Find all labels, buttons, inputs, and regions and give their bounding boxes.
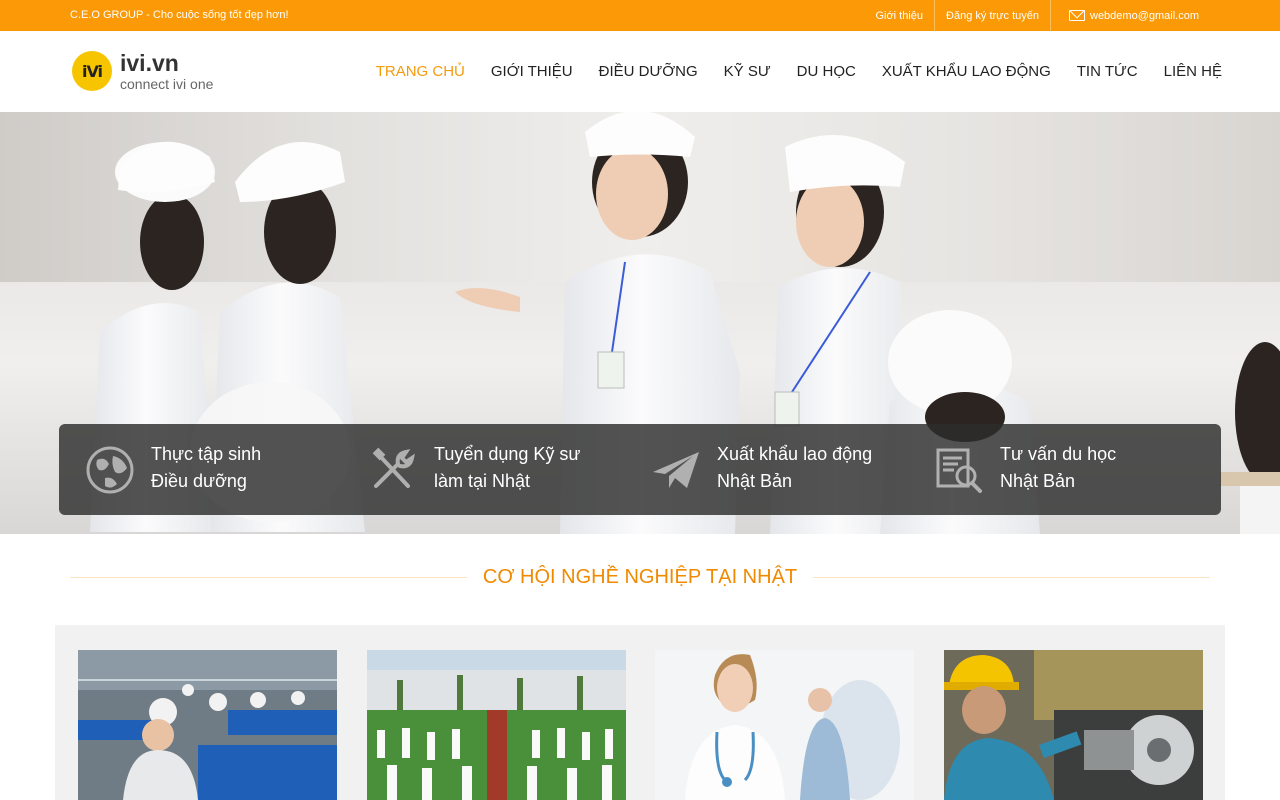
nav-home[interactable]: TRANG CHỦ bbox=[376, 63, 465, 80]
nav-contact[interactable]: LIÊN HỆ bbox=[1164, 63, 1222, 80]
site-header: iVi ivi.vn connect ivi one TRANG CHỦ GIỚ… bbox=[0, 31, 1280, 112]
logo-brand: ivi.vn bbox=[120, 49, 179, 76]
service-label: Tư vấn du học Nhật Bản bbox=[1000, 444, 1117, 491]
top-link-about[interactable]: Giới thiệu bbox=[864, 0, 934, 31]
globe-icon bbox=[86, 446, 134, 494]
search-document-icon bbox=[936, 448, 982, 493]
nav-study-abroad[interactable]: DU HỌC bbox=[797, 63, 856, 80]
career-card-doctor[interactable] bbox=[655, 650, 914, 800]
tools-icon bbox=[372, 447, 415, 488]
top-link-register[interactable]: Đăng ký trực tuyến bbox=[934, 0, 1050, 31]
service-label: Xuất khẩu lao động Nhật Bản bbox=[717, 444, 873, 491]
nav-labor-export[interactable]: XUẤT KHẨU LAO ĐỘNG bbox=[882, 63, 1051, 80]
career-card-engineer[interactable] bbox=[944, 650, 1203, 800]
card-image bbox=[367, 650, 626, 800]
paper-plane-icon bbox=[653, 452, 699, 488]
top-bar: C.E.O GROUP - Cho cuộc sống tốt đẹp hơn!… bbox=[0, 0, 1280, 31]
top-links: Giới thiệu Đăng ký trực tuyến webdemo@gm… bbox=[864, 0, 1210, 31]
nav-engineer[interactable]: KỸ SƯ bbox=[724, 63, 771, 80]
nav-news[interactable]: TIN TỨC bbox=[1077, 63, 1138, 80]
nav-about[interactable]: GIỚI THIỆU bbox=[491, 63, 573, 80]
logo-text: ivi.vn connect ivi one bbox=[120, 49, 214, 92]
top-link-email[interactable]: webdemo@gmail.com bbox=[1050, 0, 1210, 31]
service-label: Tuyển dụng Kỹ sư làm tại Nhật bbox=[434, 444, 581, 491]
service-study-consult[interactable]: Tư vấn du học Nhật Bản bbox=[908, 424, 1221, 515]
services-bar: Thực tập sinh Điều dưỡng Tuyển dụng Kỹ s… bbox=[59, 424, 1221, 515]
card-image bbox=[944, 650, 1203, 800]
career-cards bbox=[55, 625, 1225, 800]
hero-banner: Thực tập sinh Điều dưỡng Tuyển dụng Kỹ s… bbox=[0, 112, 1280, 534]
section-heading: CƠ HỘI NGHỀ NGHIỆP TẠI NHẬT bbox=[70, 562, 1211, 592]
card-image bbox=[78, 650, 337, 800]
career-card-factory[interactable] bbox=[78, 650, 337, 800]
nav-nursing[interactable]: ĐIỀU DƯỠNG bbox=[599, 63, 698, 80]
mail-icon bbox=[1069, 10, 1085, 21]
career-card-nursing-exercise[interactable] bbox=[367, 650, 626, 800]
service-nursing-intern[interactable]: Thực tập sinh Điều dưỡng bbox=[59, 424, 342, 515]
service-labor-export[interactable]: Xuất khẩu lao động Nhật Bản bbox=[625, 424, 908, 515]
logo-badge: iVi bbox=[72, 51, 112, 91]
divider bbox=[813, 576, 1211, 578]
site-logo[interactable]: iVi ivi.vn connect ivi one bbox=[72, 51, 213, 91]
main-nav: TRANG CHỦ GIỚI THIỆU ĐIỀU DƯỠNG KỸ SƯ DU… bbox=[350, 31, 1222, 112]
section-title: CƠ HỘI NGHỀ NGHIỆP TẠI NHẬT bbox=[482, 565, 798, 588]
divider bbox=[70, 576, 467, 578]
service-engineer[interactable]: Tuyển dụng Kỹ sư làm tại Nhật bbox=[342, 424, 625, 515]
tagline: C.E.O GROUP - Cho cuộc sống tốt đẹp hơn! bbox=[70, 9, 289, 21]
email-text: webdemo@gmail.com bbox=[1090, 9, 1199, 22]
service-label: Thực tập sinh Điều dưỡng bbox=[151, 444, 262, 491]
logo-slogan: connect ivi one bbox=[120, 75, 214, 92]
card-image bbox=[655, 650, 914, 800]
